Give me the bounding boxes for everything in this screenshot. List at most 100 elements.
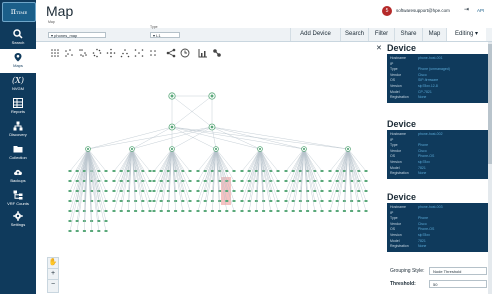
- phone-node[interactable]: [313, 210, 317, 212]
- radial-layout-icon[interactable]: [106, 45, 116, 58]
- phone-node[interactable]: [364, 210, 368, 212]
- tab-map[interactable]: Map: [422, 28, 446, 41]
- phone-node[interactable]: [284, 180, 288, 182]
- phone-node[interactable]: [269, 210, 273, 212]
- phone-node[interactable]: [82, 220, 86, 222]
- phone-node[interactable]: [68, 230, 72, 232]
- tab-filter[interactable]: Filter: [368, 28, 394, 41]
- phone-node[interactable]: [152, 180, 156, 182]
- phone-node[interactable]: [247, 190, 251, 192]
- phone-node[interactable]: [104, 230, 108, 232]
- phone-node[interactable]: [320, 210, 324, 212]
- phone-node[interactable]: [276, 190, 280, 192]
- phone-node[interactable]: [291, 210, 295, 212]
- phone-node[interactable]: [328, 180, 332, 182]
- tab-editing[interactable]: Editing ▾: [446, 28, 486, 41]
- phone-node[interactable]: [97, 210, 101, 212]
- phone-node[interactable]: [90, 230, 94, 232]
- phone-node[interactable]: [232, 190, 236, 192]
- signout-icon[interactable]: ⇥: [464, 6, 469, 13]
- phone-node[interactable]: [328, 170, 332, 172]
- phone-node[interactable]: [335, 210, 339, 212]
- phone-node[interactable]: [247, 210, 251, 212]
- topology-map[interactable]: [40, 59, 370, 294]
- sidebar-item-settings[interactable]: Settings: [0, 208, 36, 232]
- phone-node[interactable]: [335, 190, 339, 192]
- phone-node[interactable]: [247, 180, 251, 182]
- threshold-input[interactable]: 50: [429, 280, 487, 288]
- phone-node[interactable]: [276, 210, 280, 212]
- phone-node[interactable]: [188, 170, 192, 172]
- sidebar-item-nvgm[interactable]: (X) NVGM: [0, 72, 36, 96]
- phone-node[interactable]: [276, 180, 280, 182]
- phone-node[interactable]: [68, 220, 72, 222]
- phone-node[interactable]: [112, 170, 116, 172]
- phone-node[interactable]: [159, 190, 163, 192]
- phone-node[interactable]: [134, 210, 138, 212]
- phone-node[interactable]: [119, 180, 123, 182]
- phone-node[interactable]: [104, 210, 108, 212]
- phone-node[interactable]: [159, 200, 163, 202]
- tab-search[interactable]: Search: [340, 28, 368, 41]
- phone-node[interactable]: [203, 180, 207, 182]
- phone-node[interactable]: [104, 170, 108, 172]
- phone-node[interactable]: [350, 210, 354, 212]
- phone-node[interactable]: [284, 210, 288, 212]
- phone-node[interactable]: [166, 210, 170, 212]
- phone-node[interactable]: [291, 170, 295, 172]
- phone-node[interactable]: [232, 180, 236, 182]
- compact-layout-icon[interactable]: [148, 45, 158, 56]
- phone-node[interactable]: [328, 210, 332, 212]
- phone-node[interactable]: [68, 200, 72, 202]
- phone-node[interactable]: [196, 210, 200, 212]
- phone-node[interactable]: [159, 170, 163, 172]
- phone-node[interactable]: [68, 170, 72, 172]
- phone-node[interactable]: [276, 170, 280, 172]
- phone-node[interactable]: [75, 230, 79, 232]
- phone-node[interactable]: [306, 200, 310, 202]
- app-logo[interactable]: πTIME: [2, 2, 36, 22]
- phone-node[interactable]: [218, 200, 222, 202]
- sidebar-item-discovery[interactable]: Discovery: [0, 118, 36, 142]
- phone-node[interactable]: [112, 180, 116, 182]
- phone-node[interactable]: [364, 200, 368, 202]
- phone-node[interactable]: [328, 190, 332, 192]
- phone-node[interactable]: [68, 210, 72, 212]
- phone-node[interactable]: [262, 210, 266, 212]
- phone-node[interactable]: [328, 200, 332, 202]
- phone-node[interactable]: [247, 200, 251, 202]
- phone-node[interactable]: [240, 210, 244, 212]
- phone-node[interactable]: [90, 220, 94, 222]
- phone-node[interactable]: [75, 210, 79, 212]
- phone-node[interactable]: [284, 170, 288, 172]
- phone-node[interactable]: [254, 200, 258, 202]
- map-select[interactable]: ▾ phones_map: [48, 32, 106, 38]
- phone-node[interactable]: [82, 230, 86, 232]
- phone-node[interactable]: [291, 190, 295, 192]
- phone-node[interactable]: [166, 200, 170, 202]
- phone-node[interactable]: [148, 200, 152, 202]
- phone-node[interactable]: [364, 170, 368, 172]
- phone-node[interactable]: [97, 230, 101, 232]
- pan-button[interactable]: ✋: [48, 258, 58, 269]
- phone-node[interactable]: [126, 200, 130, 202]
- phone-node[interactable]: [148, 180, 152, 182]
- phone-node[interactable]: [276, 200, 280, 202]
- api-link[interactable]: API: [477, 8, 484, 13]
- phone-node[interactable]: [357, 210, 361, 212]
- phone-node[interactable]: [75, 170, 79, 172]
- phone-node[interactable]: [240, 170, 244, 172]
- phone-node[interactable]: [357, 200, 361, 202]
- phone-node[interactable]: [181, 200, 185, 202]
- triangle-layout-icon[interactable]: [120, 45, 130, 58]
- phone-node[interactable]: [159, 180, 163, 182]
- phone-node[interactable]: [68, 190, 72, 192]
- phone-node[interactable]: [210, 210, 214, 212]
- cluster-layout-icon[interactable]: [78, 45, 88, 57]
- zoom-out-button[interactable]: −: [48, 280, 58, 290]
- phone-node[interactable]: [364, 190, 368, 192]
- phone-node[interactable]: [119, 200, 123, 202]
- phone-node[interactable]: [240, 190, 244, 192]
- phone-node[interactable]: [119, 210, 123, 212]
- phone-node[interactable]: [148, 190, 152, 192]
